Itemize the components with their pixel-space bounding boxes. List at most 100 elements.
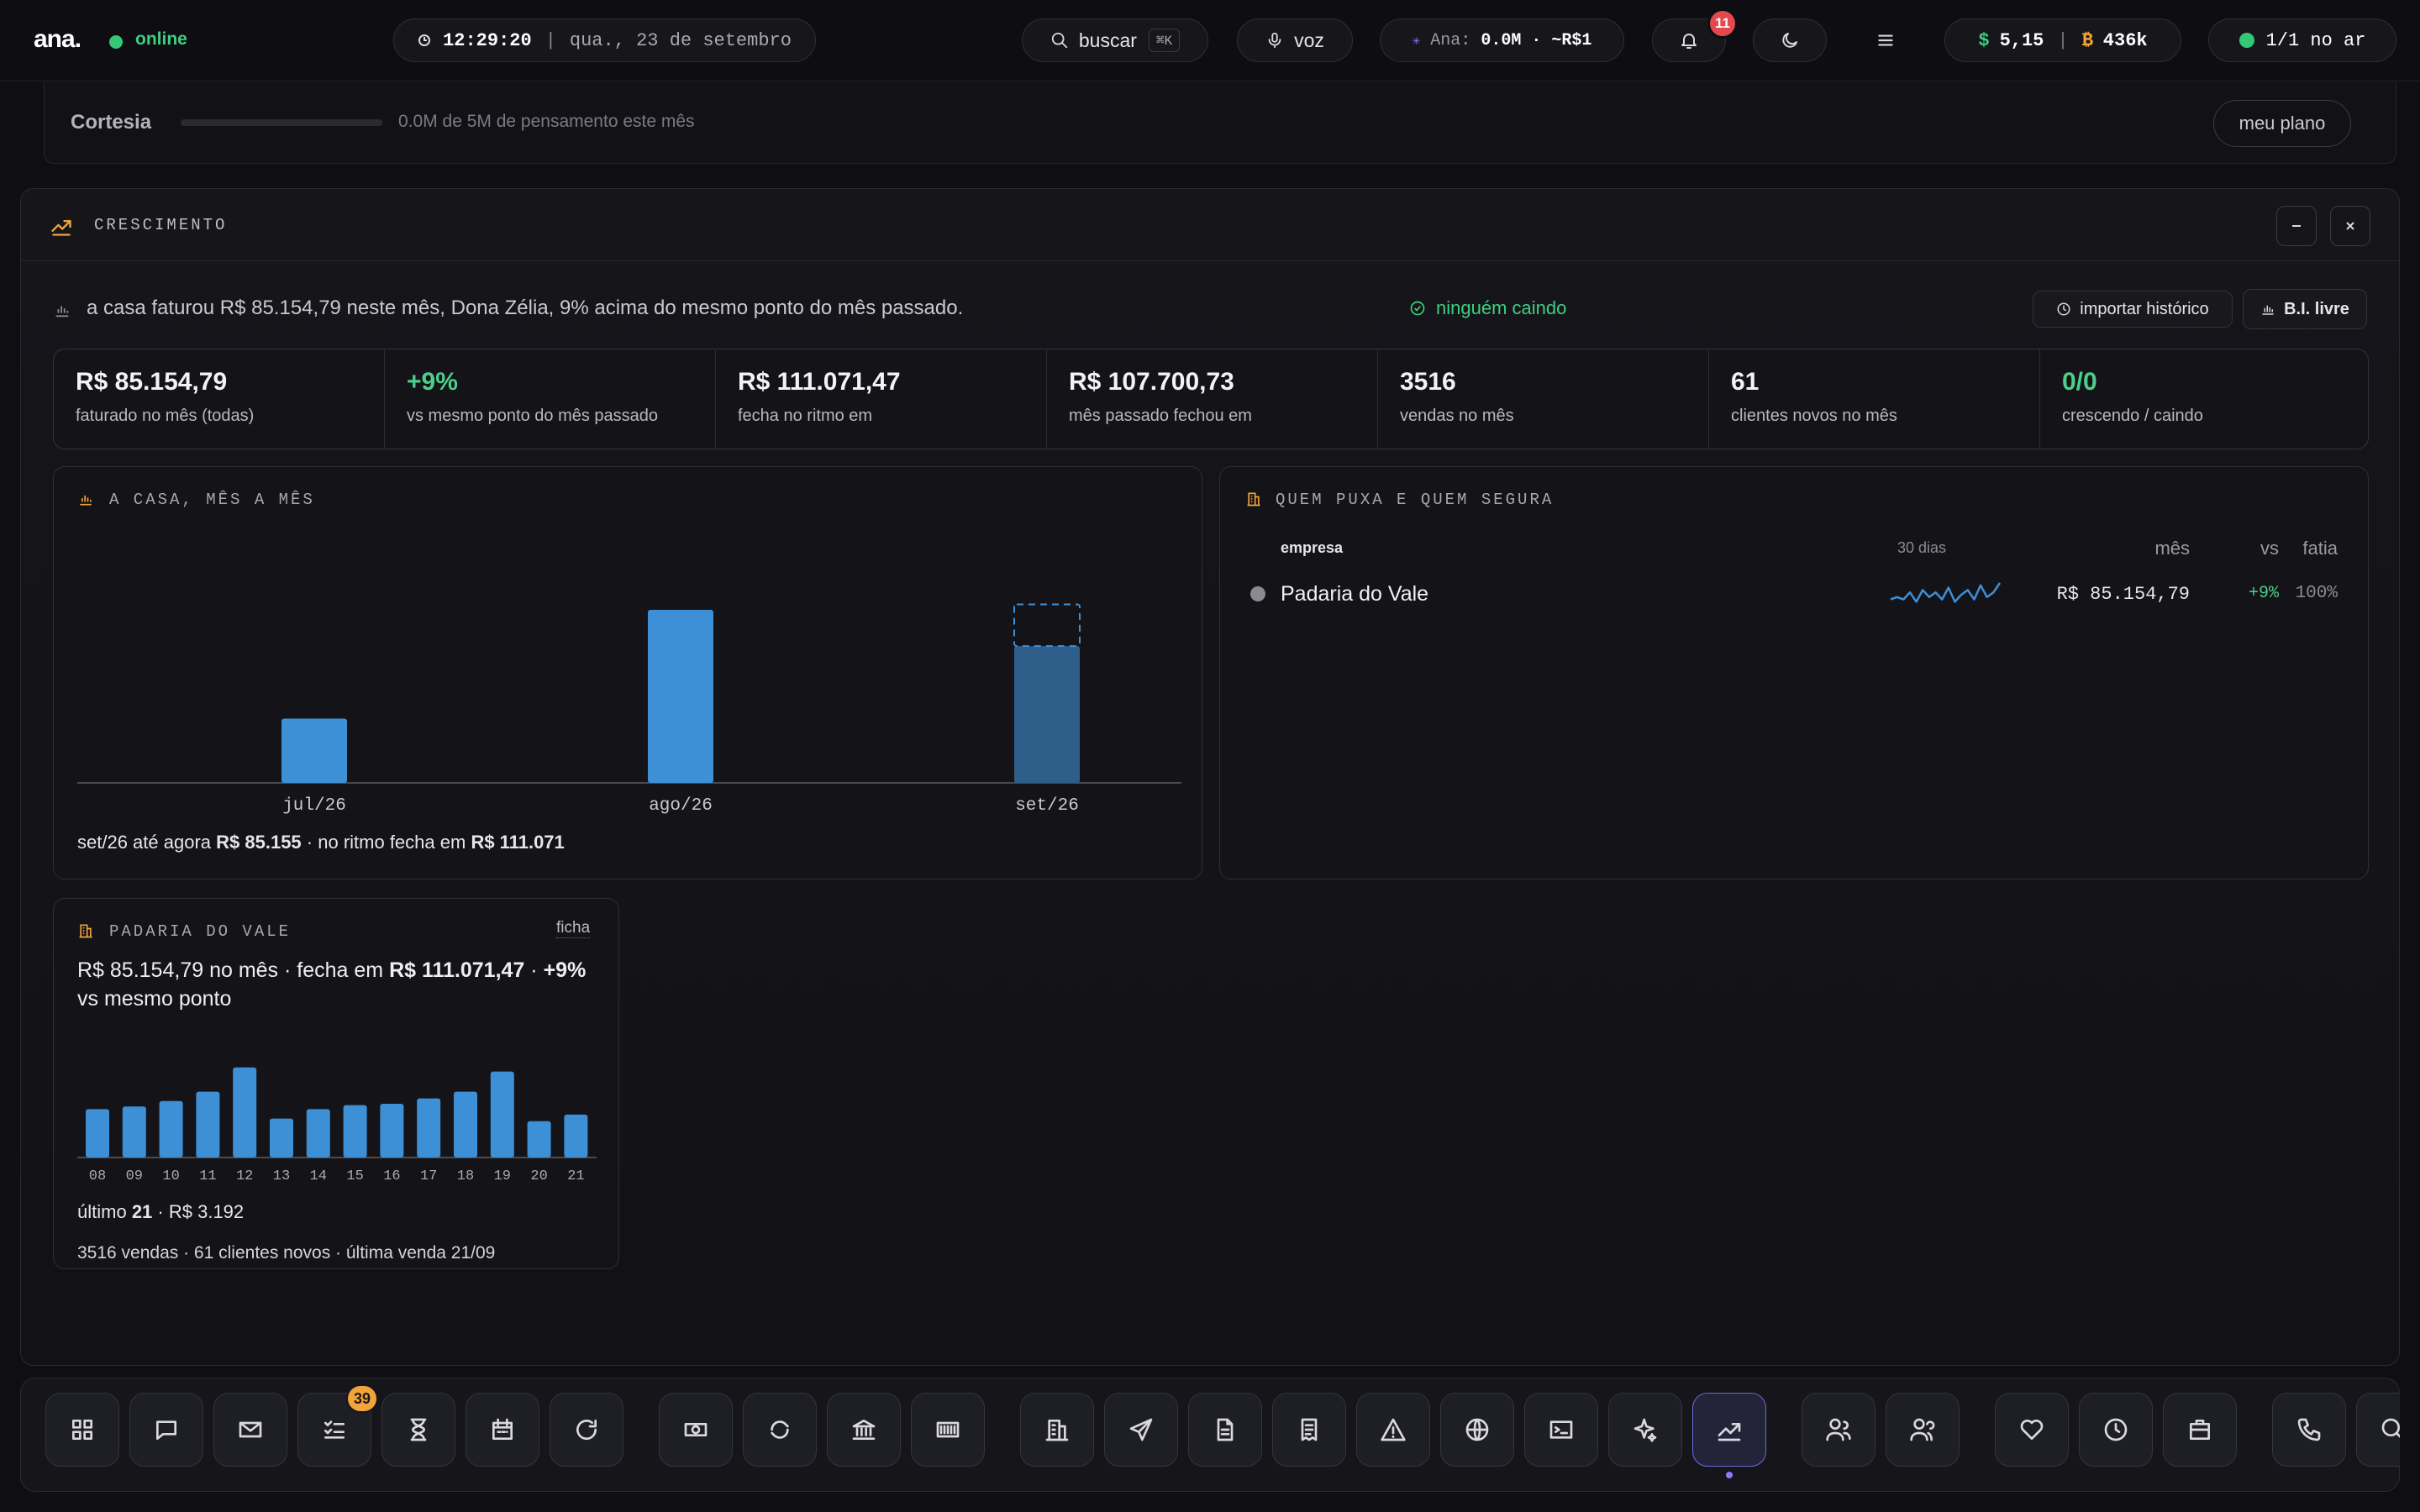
trending-up-icon [51,220,71,236]
bar-day-11[interactable] [196,1091,220,1158]
building-icon [1045,1420,1069,1441]
company-profile-link[interactable]: ficha [556,919,591,938]
grid-icon [72,1420,92,1440]
mail-icon [239,1421,262,1438]
bar-day-08[interactable] [86,1109,109,1158]
dock-users-button[interactable] [1886,1393,1960,1467]
menu-button[interactable] [1865,18,1906,62]
bar-ago/26[interactable] [648,609,713,783]
search-shortcut: ⌘K [1148,29,1181,52]
dock-send-button[interactable] [1104,1393,1178,1467]
dock-chat-button[interactable] [129,1393,203,1467]
minimize-button[interactable] [2276,206,2317,246]
usd-symbol: $ [1978,29,1990,51]
dock-refresh-button[interactable] [550,1393,623,1467]
dock-phone-button[interactable] [2272,1393,2346,1467]
bar-day-14[interactable] [306,1109,330,1158]
bar-chart-icon [2262,305,2274,315]
col-vs: vs [2260,538,2279,559]
dock-grid-button[interactable] [45,1393,119,1467]
theme-toggle[interactable] [1753,18,1827,62]
dock-sync-button[interactable] [743,1393,817,1467]
bar-day-20[interactable] [527,1121,551,1158]
kpi-label: clientes novos no mês [1731,407,1897,425]
btc-balance: 436k [2102,29,2148,51]
search-icon [1051,32,1068,49]
kpi-row: R$ 85.154,79 faturado no mês (todas) +9% v… [53,349,2369,449]
bar-day-10[interactable] [159,1100,183,1158]
dock-bank-button[interactable] [827,1393,901,1467]
kpi-label: crescendo / caindo [2062,407,2203,425]
close-button[interactable] [2330,206,2370,246]
dock-calendar-button[interactable] [466,1393,539,1467]
kpi-label: vs mesmo ponto do mês passado [407,407,659,425]
usd-balance: 5,15 [1999,29,2044,51]
dock-hourglass-button[interactable] [381,1393,455,1467]
dock-cash-button[interactable] [659,1393,733,1467]
dock-tasks-button[interactable] [297,1393,371,1467]
bar-jul/26[interactable] [281,718,347,783]
dock-active-indicator [1726,1472,1733,1478]
voice-button[interactable]: voz [1237,18,1353,62]
bar-day-12[interactable] [233,1067,257,1158]
app-logo[interactable]: ana. [34,25,82,54]
trending-icon [1718,1423,1741,1441]
dock-terminal-button[interactable] [1524,1393,1598,1467]
receipt-icon [1301,1418,1318,1441]
search-button[interactable]: buscar ⌘K [1022,18,1208,62]
dock-building-button[interactable] [1020,1393,1094,1467]
bar-day-19[interactable] [490,1071,514,1158]
dock-receipt-button[interactable] [1272,1393,1346,1467]
health-status: ninguém caindo [1436,297,1567,318]
bar-day-18[interactable] [454,1091,477,1158]
ranking-card: QUEM PUXA E QUEM SEGURA empresa 30 dias … [1219,466,2369,879]
monthly-chart-title: A CASA, MÊS A MÊS [109,491,315,509]
wallet-pill[interactable]: $ 5,15 | ₿ 436k [1944,18,2181,62]
import-history-button[interactable]: importar histórico [2033,291,2233,328]
dock-briefcase-button[interactable] [2163,1393,2237,1467]
dock-trending-button[interactable] [1692,1393,1766,1467]
summary-sep: · [530,958,538,982]
clock-pill[interactable]: 12:29:20 | qua., 23 de setembro [393,18,816,62]
clock-time: 12:29:20 [443,29,532,51]
bar-set/26[interactable] [1014,646,1080,783]
table-row[interactable]: Padaria do Vale R$ 85.154,79 +9% 100% [1220,568,2368,622]
bar-day-15[interactable] [343,1105,367,1158]
summary-projection: R$ 111.071,47 [389,958,525,982]
bi-label: B.I. livre [2284,299,2349,318]
panel-header: CRESCIMENTO [21,189,2399,261]
bar-day-13[interactable] [270,1118,293,1158]
clock-separator: | [544,29,556,51]
company-vs: +9% [2248,584,2279,603]
dock-user-group-button[interactable] [1802,1393,1876,1467]
dock-mail-button[interactable] [213,1393,287,1467]
dock-clock-button[interactable] [2079,1393,2153,1467]
dock-document-button[interactable] [1188,1393,1262,1467]
last-value: · R$ 3.192 [157,1201,245,1222]
bar-day-17[interactable] [417,1098,441,1158]
dock-globe-button[interactable] [1440,1393,1514,1467]
dock-heart-button[interactable] [1995,1393,2069,1467]
last-day: 21 [131,1201,153,1222]
dock-search-button[interactable] [2356,1393,2400,1467]
ana-usage-pill[interactable]: ✳ Ana: 0.0M · ~R$1 [1380,18,1624,62]
wallet-separator: | [2057,29,2069,51]
live-pill[interactable]: 1/1 no ar [2208,18,2396,62]
bi-button[interactable]: B.I. livre [2243,289,2367,329]
kpi-label: mês passado fechou em [1069,407,1252,425]
barcode-icon [936,1421,960,1438]
sync-icon [771,1420,789,1439]
x-tick-label: 14 [310,1168,327,1184]
voice-label: voz [1294,29,1324,51]
monthly-footer-prefix: set/26 até agora [77,832,212,853]
dock-barcode-button[interactable] [911,1393,985,1467]
kpi-card: R$ 107.700,73 mês passado fechou em [1047,349,1378,449]
x-tick-label: 20 [530,1168,547,1184]
dock-alert-button[interactable] [1356,1393,1430,1467]
dock-sparkle-button[interactable] [1608,1393,1682,1467]
clock-date: qua., 23 de setembro [569,29,792,51]
bar-day-21[interactable] [564,1114,588,1158]
my-plan-button[interactable]: meu plano [2213,100,2351,147]
bar-day-16[interactable] [380,1104,404,1158]
bar-day-09[interactable] [122,1106,146,1158]
